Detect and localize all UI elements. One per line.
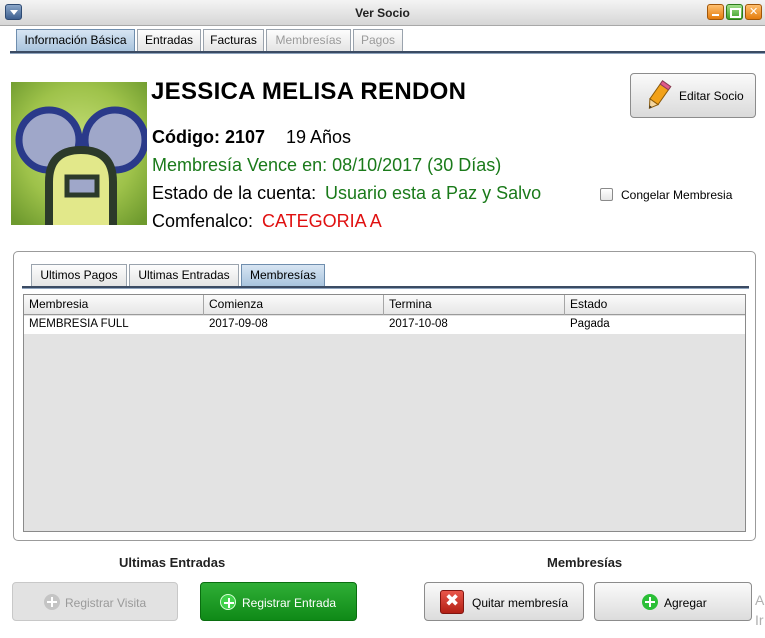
add-membership-label: Agregar (664, 596, 707, 610)
cell-estado: Pagada (570, 318, 610, 330)
title-bar: Ver Socio (0, 0, 765, 26)
cell-comienza: 2017-09-08 (209, 318, 268, 330)
x-box-icon (440, 590, 464, 614)
freeze-membership-label: Congelar Membresia (621, 188, 733, 202)
comfenalco-value: CATEGORIA A (262, 211, 382, 231)
account-status-value: Usuario esta a Paz y Salvo (325, 183, 542, 203)
column-header-termina[interactable]: Termina (384, 295, 565, 315)
plus-circle-icon (44, 594, 60, 610)
edge-text-ir: Ir (755, 612, 764, 628)
pencil-icon (648, 80, 672, 110)
account-status-label: Estado de la cuenta: (152, 183, 317, 203)
register-entry-label: Registrar Entrada (242, 596, 337, 610)
edit-member-label: Editar Socio (679, 89, 744, 103)
column-header-estado[interactable]: Estado (565, 295, 745, 315)
add-membership-button[interactable]: Agregar (594, 582, 752, 621)
plus-circle-icon (642, 594, 658, 610)
membership-expiry: Membresía Vence en: 08/10/2017 (30 Días) (152, 155, 502, 175)
member-code: Código: 2107 (152, 127, 266, 147)
memberships-table: Membresia Comienza Termina Estado MEMBRE… (23, 294, 746, 532)
remove-membership-label: Quitar membresía (472, 596, 569, 610)
member-photo (11, 82, 147, 225)
edit-member-button[interactable]: Editar Socio (630, 73, 756, 118)
cell-termina: 2017-10-08 (389, 318, 448, 330)
maximize-button[interactable] (726, 4, 743, 20)
register-visit-button[interactable]: Registrar Visita (12, 582, 178, 621)
window-title: Ver Socio (355, 6, 410, 20)
table-row[interactable]: MEMBRESIA FULL 2017-09-08 2017-10-08 Pag… (24, 316, 745, 334)
section-title-ultimas-entradas: Ultimas Entradas (119, 555, 226, 570)
tab-membresias: Membresías (266, 29, 351, 51)
minimize-button[interactable] (707, 4, 724, 20)
freeze-membership-checkbox[interactable] (600, 188, 613, 201)
close-button[interactable] (745, 4, 762, 20)
register-entry-button[interactable]: Registrar Entrada (200, 582, 357, 621)
ver-socio-window: Ver Socio Información Básica Entradas Fa… (0, 0, 765, 638)
subtab-membresias[interactable]: Membresías (241, 264, 325, 286)
remove-membership-button[interactable]: Quitar membresía (424, 582, 584, 621)
plus-circle-icon (220, 594, 236, 610)
subtab-ultimos-pagos[interactable]: Ultimos Pagos (31, 264, 127, 286)
register-visit-label: Registrar Visita (65, 596, 147, 610)
subtab-strip-line (22, 286, 749, 289)
subtab-ultimas-entradas[interactable]: Ultimas Entradas (129, 264, 239, 286)
cell-membresia: MEMBRESIA FULL (29, 318, 129, 330)
tab-facturas[interactable]: Facturas (203, 29, 264, 51)
section-title-membresias: Membresías (547, 555, 623, 570)
tab-strip-line (10, 51, 765, 54)
column-header-comienza[interactable]: Comienza (204, 295, 384, 315)
tab-entradas[interactable]: Entradas (137, 29, 201, 51)
table-header: Membresia Comienza Termina Estado (24, 295, 745, 315)
tab-pagos: Pagos (353, 29, 403, 51)
member-age: 19 Años (286, 127, 352, 147)
member-name: JESSICA MELISA RENDON (151, 78, 467, 105)
edge-text-a: A (755, 592, 765, 608)
column-header-membresia[interactable]: Membresia (24, 295, 204, 315)
tab-informacion-basica[interactable]: Información Básica (16, 29, 135, 51)
comfenalco-label: Comfenalco: (152, 211, 254, 231)
